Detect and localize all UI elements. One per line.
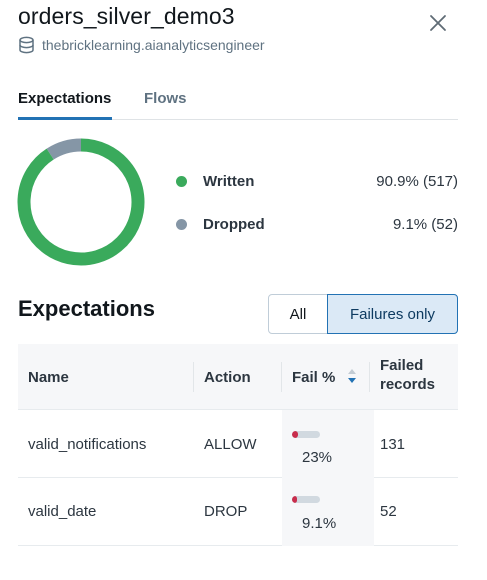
written-dropped-donut-chart xyxy=(17,138,145,266)
subtitle-row: thebricklearning.aianalyticsengineer xyxy=(18,36,265,54)
tab-flows[interactable]: Flows xyxy=(144,90,187,115)
column-failed-records[interactable]: Failed records xyxy=(380,357,435,393)
expectations-heading: Expectations xyxy=(18,296,155,321)
table-header: Name Action Fail % Failed records xyxy=(18,344,458,410)
tab-expectations[interactable]: Expectations xyxy=(18,90,112,120)
row-name: valid_notifications xyxy=(28,436,147,453)
filter-failures-only-button[interactable]: Failures only xyxy=(327,294,458,334)
table-row[interactable]: 9.1% valid_date DROP 52 xyxy=(18,478,458,546)
row-name: valid_date xyxy=(28,503,97,520)
column-fail-pct[interactable]: Fail % xyxy=(292,369,335,386)
sort-descending-icon[interactable] xyxy=(347,367,357,385)
row-action: ALLOW xyxy=(204,436,257,453)
fail-pct-value: 9.1% xyxy=(302,515,337,532)
fail-mini-bar xyxy=(292,496,320,503)
fail-pct-value: 23% xyxy=(302,449,333,466)
donut-slice-dropped[interactable] xyxy=(46,138,82,160)
legend-written-label: Written xyxy=(203,172,255,190)
fail-pct-cell: 9.1% xyxy=(282,478,374,546)
column-divider xyxy=(281,362,282,392)
column-failed-records-line1: Failed xyxy=(380,357,424,374)
legend-written-value: 90.9% (517) xyxy=(376,172,458,190)
dropped-dot-icon xyxy=(176,218,187,230)
column-divider xyxy=(369,362,370,392)
column-divider xyxy=(193,362,194,392)
page-title: orders_silver_demo3 xyxy=(18,3,235,29)
catalog-schema-label: thebricklearning.aianalyticsengineer xyxy=(42,37,265,53)
column-failed-records-line2: records xyxy=(380,376,436,393)
close-icon[interactable] xyxy=(426,11,450,35)
database-icon xyxy=(19,36,34,54)
row-failed-records: 52 xyxy=(380,503,397,520)
row-failed-records: 131 xyxy=(380,436,406,453)
written-dot-icon xyxy=(176,175,187,187)
filter-all-button[interactable]: All xyxy=(268,294,328,334)
column-name[interactable]: Name xyxy=(28,369,69,386)
table-row[interactable]: 23% valid_notifications ALLOW 131 xyxy=(18,410,458,478)
donut-slice-written[interactable] xyxy=(17,138,145,266)
fail-mini-bar-fill xyxy=(292,496,297,503)
legend-dropped-value: 9.1% (52) xyxy=(392,215,458,233)
row-action: DROP xyxy=(204,503,248,520)
fail-pct-cell: 23% xyxy=(282,410,374,478)
tab-bar: Expectations Flows xyxy=(18,90,458,120)
legend-dropped-label: Dropped xyxy=(203,215,265,233)
legend-dropped: Dropped 9.1% (52) xyxy=(176,213,458,235)
fail-mini-bar-fill xyxy=(292,431,299,438)
filter-segmented-control: All Failures only xyxy=(268,294,458,334)
fail-mini-bar xyxy=(292,431,320,438)
column-action[interactable]: Action xyxy=(204,369,251,386)
legend-written: Written 90.9% (517) xyxy=(176,170,458,192)
expectations-table: Name Action Fail % Failed records 23% va… xyxy=(18,344,458,546)
